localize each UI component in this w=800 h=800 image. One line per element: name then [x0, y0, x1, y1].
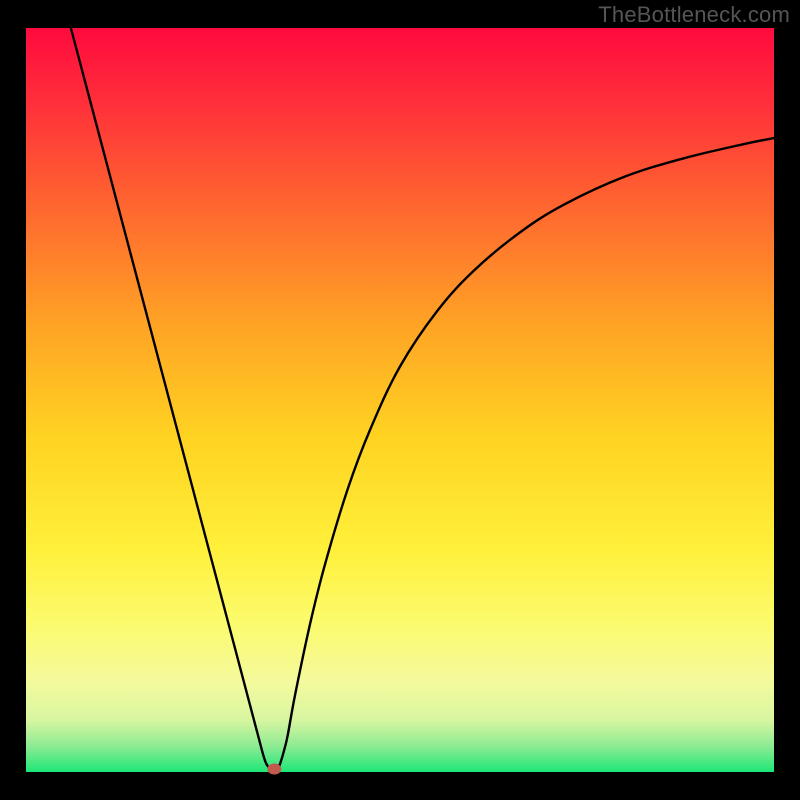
- chart-container: TheBottleneck.com: [0, 0, 800, 800]
- chart-background-gradient: [26, 28, 774, 772]
- bottleneck-chart: [0, 0, 800, 800]
- optimal-point-marker: [267, 764, 281, 775]
- watermark-text: TheBottleneck.com: [598, 2, 790, 28]
